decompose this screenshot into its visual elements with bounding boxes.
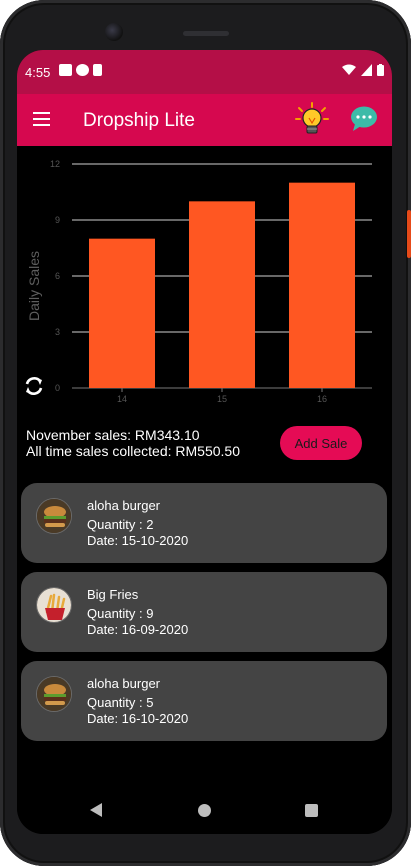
month-sales-text: November sales: RM343.10 <box>26 427 200 443</box>
sale-card[interactable]: Big Fries Quantity : 9 Date: 16-09-2020 <box>21 572 387 652</box>
item-date: Date: 16-10-2020 <box>87 711 189 726</box>
y-tick-label: 6 <box>55 271 60 281</box>
app-title: Dropship Lite <box>83 110 195 131</box>
battery-icon <box>377 64 384 76</box>
sim-icon <box>93 64 102 76</box>
lightbulb-icon[interactable] <box>295 102 329 138</box>
screen: 4:55 Dropship Lite 0 3 6 9 12 14 15 16 D… <box>17 50 392 834</box>
item-date: Date: 15-10-2020 <box>87 533 189 548</box>
refresh-icon[interactable] <box>23 375 45 397</box>
burger-icon <box>36 498 72 534</box>
item-name: aloha burger <box>87 676 160 691</box>
fries-icon <box>36 587 72 623</box>
menu-icon[interactable] <box>33 112 50 126</box>
wifi-icon <box>342 64 356 75</box>
item-name: aloha burger <box>87 498 160 513</box>
item-name: Big Fries <box>87 587 139 602</box>
home-icon[interactable] <box>198 804 211 817</box>
system-nav-bar <box>17 790 392 834</box>
bar <box>289 182 355 388</box>
notification-icons <box>59 64 102 76</box>
sales-list: aloha burger Quantity : 2 Date: 15-10-20… <box>21 483 388 750</box>
back-icon[interactable] <box>89 802 103 818</box>
photos-icon <box>76 64 89 76</box>
sale-card[interactable]: aloha burger Quantity : 5 Date: 16-10-20… <box>21 661 387 741</box>
x-tick-label: 15 <box>217 394 227 404</box>
system-status-icons <box>342 64 384 76</box>
earpiece-speaker <box>183 31 229 36</box>
bar <box>89 238 155 388</box>
item-quantity: Quantity : 2 <box>87 517 154 532</box>
y-tick-label: 0 <box>55 383 60 393</box>
add-sale-button[interactable]: Add Sale <box>280 426 362 460</box>
y-tick-label: 3 <box>55 327 60 337</box>
burger-icon <box>36 676 72 712</box>
y-tick-label: 9 <box>55 215 60 225</box>
side-button <box>407 210 411 258</box>
status-time: 4:55 <box>25 65 51 80</box>
status-bar: 4:55 <box>17 50 392 94</box>
sales-summary: November sales: RM343.10 All time sales … <box>26 427 240 459</box>
sale-card[interactable]: aloha burger Quantity : 2 Date: 15-10-20… <box>21 483 387 563</box>
y-tick-label: 12 <box>50 159 60 169</box>
gmail-icon <box>59 64 72 76</box>
recents-icon[interactable] <box>305 804 318 817</box>
all-time-sales-text: All time sales collected: RM550.50 <box>26 443 240 459</box>
chat-icon[interactable] <box>349 105 379 133</box>
app-bar: Dropship Lite <box>17 94 392 146</box>
y-axis-label: Daily Sales <box>26 251 42 321</box>
item-quantity: Quantity : 9 <box>87 606 154 621</box>
signal-icon <box>361 64 372 76</box>
x-tick-label: 14 <box>117 394 127 404</box>
item-date: Date: 16-09-2020 <box>87 622 189 637</box>
x-tick-label: 16 <box>317 394 327 404</box>
phone-frame: 4:55 Dropship Lite 0 3 6 9 12 14 15 16 D… <box>0 0 411 866</box>
item-quantity: Quantity : 5 <box>87 695 154 710</box>
daily-sales-chart: 0 3 6 9 12 14 15 16 Daily Sales <box>26 159 372 404</box>
front-camera <box>105 23 123 41</box>
bar <box>189 201 255 388</box>
